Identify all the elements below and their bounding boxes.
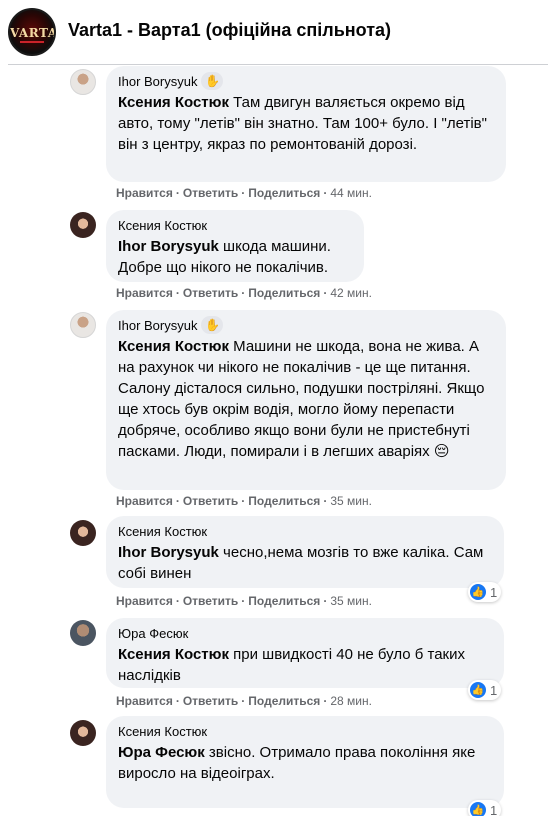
like-button[interactable]: Нравится	[116, 694, 173, 708]
avatar[interactable]	[70, 312, 96, 338]
comment-text: Ксения Костюк Машини не шкода, вона не ж…	[118, 336, 494, 462]
separator: ·	[175, 494, 180, 508]
comment-time[interactable]: 35 мин.	[330, 494, 372, 508]
comment-actions: Нравится · Ответить · Поделиться · 35 мин.	[116, 594, 372, 608]
share-button[interactable]: Поделиться	[248, 694, 320, 708]
comment-text: Ihor Borysyuk чесно,нема мозгів то вже к…	[118, 542, 492, 584]
like-button[interactable]: Нравится	[116, 286, 173, 300]
like-button[interactable]: Нравится	[116, 494, 173, 508]
reply-button[interactable]: Ответить	[183, 286, 238, 300]
comment-bubble: Ксения Костюк Юра Фесюк звісно. Отримало…	[106, 716, 504, 808]
separator: ·	[175, 286, 180, 300]
reply-button[interactable]: Ответить	[183, 694, 238, 708]
separator: ·	[241, 694, 246, 708]
reaction-count: 1	[490, 584, 498, 600]
comment-bubble: Ihor Borysyuk ✋ Ксения Костюк Там двигун…	[106, 66, 506, 182]
mention-link[interactable]: Ihor Borysyuk	[118, 544, 219, 561]
group-logo-line	[20, 41, 44, 43]
like-icon: 👍	[470, 682, 486, 698]
group-logo[interactable]: VARTA1	[8, 8, 56, 56]
separator: ·	[323, 186, 328, 200]
comment-author[interactable]: Ihor Borysyuk	[118, 74, 197, 89]
separator: ·	[175, 694, 180, 708]
comment-bubble: Юра Фесюк Ксения Костюк при швидкості 40…	[106, 618, 504, 688]
comment-author[interactable]: Ihor Borysyuk	[118, 318, 197, 333]
avatar[interactable]	[70, 620, 96, 646]
avatar[interactable]	[70, 212, 96, 238]
group-logo-text: VARTA1	[10, 26, 54, 40]
reaction-count: 1	[490, 682, 498, 698]
reaction-count: 1	[490, 802, 498, 816]
mention-link[interactable]: Юра Фесюк	[118, 744, 205, 761]
comment-actions: Нравится · Ответить · Поделиться · 28 мин.	[116, 694, 372, 708]
reaction-summary[interactable]: 👍 1	[468, 582, 502, 602]
comment-time[interactable]: 35 мин.	[330, 594, 372, 608]
like-icon: 👍	[470, 802, 486, 816]
separator: ·	[175, 594, 180, 608]
group-header: VARTA1 Varta1 - Варта1 (офіційна спільно…	[0, 0, 556, 64]
like-button[interactable]: Нравится	[116, 594, 173, 608]
waving-hand-icon: ✋	[201, 316, 224, 334]
comment-text: Ксения Костюк Там двигун валяється окрем…	[118, 92, 494, 155]
comment-time[interactable]: 28 мин.	[330, 694, 372, 708]
comment-bubble: Ксения Костюк Ihor Borysyuk шкода машини…	[106, 210, 364, 282]
separator: ·	[175, 186, 180, 200]
comment-text: Юра Фесюк звісно. Отримало права поколін…	[118, 742, 492, 784]
share-button[interactable]: Поделиться	[248, 494, 320, 508]
waving-hand-icon: ✋	[201, 72, 224, 90]
comment-text: Ihor Borysyuk шкода машини. Добре що нік…	[118, 236, 352, 278]
reply-button[interactable]: Ответить	[183, 494, 238, 508]
share-button[interactable]: Поделиться	[248, 594, 320, 608]
separator: ·	[241, 494, 246, 508]
separator: ·	[241, 286, 246, 300]
reaction-summary[interactable]: 👍 1	[468, 680, 502, 700]
separator: ·	[323, 694, 328, 708]
comment-time[interactable]: 44 мин.	[330, 186, 372, 200]
comment-author[interactable]: Юра Фесюк	[118, 626, 188, 641]
separator: ·	[323, 594, 328, 608]
mention-link[interactable]: Ксения Костюк	[118, 338, 229, 355]
separator: ·	[323, 286, 328, 300]
avatar[interactable]	[70, 69, 96, 95]
header-divider	[8, 64, 548, 65]
mention-link[interactable]: Ксения Костюк	[118, 94, 229, 111]
like-icon: 👍	[470, 584, 486, 600]
separator: ·	[241, 186, 246, 200]
separator: ·	[241, 594, 246, 608]
avatar[interactable]	[70, 720, 96, 746]
comment-actions: Нравится · Ответить · Поделиться · 35 мин.	[116, 494, 372, 508]
comment-time[interactable]: 42 мин.	[330, 286, 372, 300]
comment-text: Ксения Костюк при швидкості 40 не було б…	[118, 644, 492, 686]
comment-actions: Нравится · Ответить · Поделиться · 44 мин.	[116, 186, 372, 200]
mention-link[interactable]: Ксения Костюк	[118, 646, 229, 663]
like-button[interactable]: Нравится	[116, 186, 173, 200]
comment-body: Машини не шкода, вона не жива. А на раху…	[118, 338, 489, 460]
separator: ·	[323, 494, 328, 508]
group-title[interactable]: Varta1 - Варта1 (офіційна спільнота)	[68, 20, 391, 41]
reply-button[interactable]: Ответить	[183, 594, 238, 608]
comment-author[interactable]: Ксения Костюк	[118, 524, 207, 539]
reply-button[interactable]: Ответить	[183, 186, 238, 200]
reaction-summary[interactable]: 👍 1	[468, 800, 502, 816]
share-button[interactable]: Поделиться	[248, 186, 320, 200]
comment-actions: Нравится · Ответить · Поделиться · 42 мин.	[116, 286, 372, 300]
avatar[interactable]	[70, 520, 96, 546]
comment-author[interactable]: Ксения Костюк	[118, 218, 207, 233]
share-button[interactable]: Поделиться	[248, 286, 320, 300]
comment-bubble: Ксения Костюк Ihor Borysyuk чесно,нема м…	[106, 516, 504, 588]
mention-link[interactable]: Ihor Borysyuk	[118, 238, 219, 255]
comment-bubble: Ihor Borysyuk ✋ Ксения Костюк Машини не …	[106, 310, 506, 490]
comment-author[interactable]: Ксения Костюк	[118, 724, 207, 739]
